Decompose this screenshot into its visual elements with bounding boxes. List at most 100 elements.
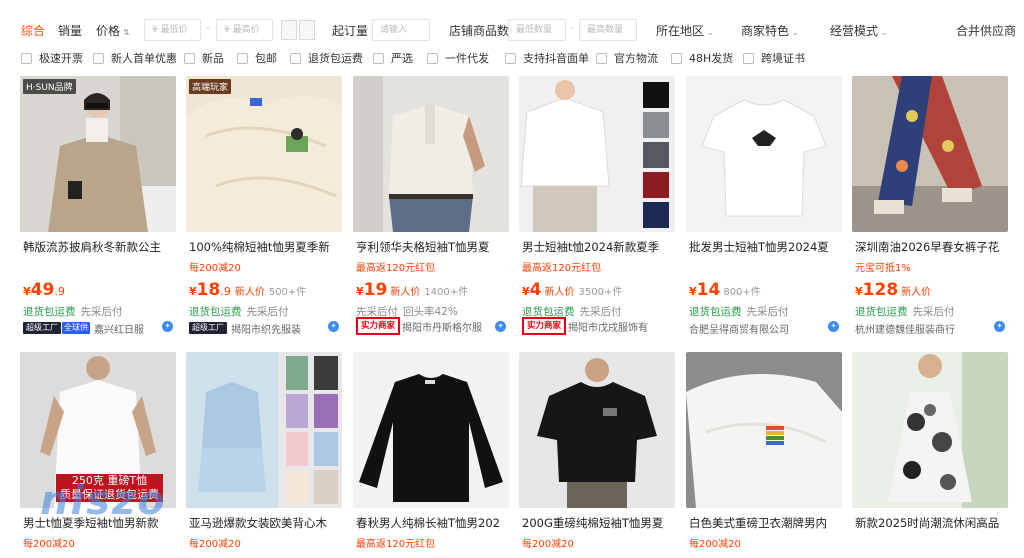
sort-sales[interactable]: 销量 [58,22,82,39]
merchant-feature-dropdown[interactable]: 商家特色 ⌄ [741,22,799,39]
checkbox-selected[interactable]: 严选 [373,50,413,66]
product-image[interactable] [186,352,342,508]
count-min-input[interactable]: 最低数量 [508,19,566,41]
price-min-input[interactable]: ¥ 最低价 [144,19,201,41]
business-mode-dropdown[interactable]: 经营模式 ⌄ [830,22,888,39]
chat-icon[interactable]: ✦ [162,321,173,332]
currency-symbol: ¥ [855,285,863,298]
product-card[interactable]: 250克 重磅T恤 质量保证退货包运费 男士t恤夏季短袖t恤男新款 每200减2… [20,352,176,558]
product-title[interactable]: 批发男士短袖T恤男2024夏 [689,239,841,255]
count-max-input[interactable]: 最高数量 [579,19,637,41]
shop-line: 杭州建德魏佳服装商行 [855,321,1007,336]
product-title[interactable]: 新款2025时尚潮流休闲高品 [855,515,1007,531]
product-card[interactable]: H·SUN品牌 韩版流苏披肩秋冬新款公主 ¥49.9 退货包运费 先采后付 超级工… [20,76,176,338]
checkbox-label: 极速开票 [39,52,83,65]
product-card[interactable]: 亨利领华夫格短袖T恤男夏 最高返120元红包 ¥19 新人价 1400+件 先采后付… [353,76,509,338]
product-title[interactable]: 深圳南油2026早春女裤子花 [855,239,1007,255]
new-user-price-tag: 新人价 [390,287,421,298]
product-card[interactable]: 新款2025时尚潮流休闲高品 [852,352,1008,558]
currency-symbol: ¥ [189,285,197,298]
checkbox-official-logistics[interactable]: 官方物流 [596,50,658,66]
checkbox-icon[interactable] [184,52,195,64]
new-user-price-tag: 新人价 [234,287,265,298]
chat-icon[interactable]: ✦ [328,321,339,332]
product-card[interactable]: 亚马逊爆款女装欧美背心木 每200减20 [186,352,342,558]
product-card[interactable]: 白色美式重磅卫衣潮牌男内 每200减20 [686,352,842,558]
product-image[interactable] [353,352,509,508]
product-title[interactable]: 男士短袖t恤2024新款夏季 [522,239,674,255]
checkbox-icon[interactable] [373,52,384,64]
list-view-icon[interactable] [299,20,315,40]
shop-name[interactable]: 杭州建德魏佳服装商行 [855,321,1007,336]
checkbox-icon[interactable] [427,52,438,64]
checkbox-free-shipping[interactable]: 包邮 [237,50,277,66]
shop-name[interactable]: 揭阳市织先服装 [231,321,341,336]
checkbox-return-shipping[interactable]: 退货包运费 [290,50,363,66]
product-title[interactable]: 亨利领华夫格短袖T恤男夏 [356,239,508,255]
product-image[interactable]: 高端玩家 [186,76,342,232]
product-image[interactable] [353,76,509,232]
checkbox-dropship[interactable]: 一件代发 [427,50,489,66]
checkbox-icon[interactable] [21,52,32,64]
product-image[interactable] [519,76,675,232]
checkbox-icon[interactable] [671,52,682,64]
product-title[interactable]: 春秋男人纯棉长袖T恤男202 [356,515,508,531]
checkbox-new-products[interactable]: 新品 [184,50,224,66]
product-image[interactable] [686,76,842,232]
checkbox-icon[interactable] [93,52,104,64]
service-tag: 退货包运费 [855,306,908,318]
merge-suppliers[interactable]: 合并供应商 [956,22,1016,39]
chat-icon[interactable]: ✦ [994,321,1005,332]
product-title[interactable]: 亚马逊爆款女装欧美背心木 [189,515,341,531]
checkbox-icon[interactable] [505,52,516,64]
product-title[interactable]: 100%纯棉短袖t恤男夏季新 [189,239,341,255]
sort-comprehensive[interactable]: 综合 [21,22,45,39]
product-image[interactable] [519,352,675,508]
product-card[interactable]: 春秋男人纯棉长袖T恤男202 最高返120元红包 [353,352,509,558]
chat-icon[interactable]: ✦ [495,321,506,332]
product-image[interactable] [852,76,1008,232]
checkbox-icon[interactable] [290,52,301,64]
checkbox-douyin-waybill[interactable]: 支持抖音面单 [505,50,589,66]
price-max-input[interactable]: ¥ 最高价 [216,19,273,41]
product-photo [852,352,1008,508]
product-card[interactable]: 200G重磅纯棉短袖T恤男夏 每200减20 [519,352,675,558]
grid-view-icon[interactable] [281,20,297,40]
product-image[interactable]: H·SUN品牌 [20,76,176,232]
checkbox-icon[interactable] [596,52,607,64]
chat-icon[interactable]: ✦ [828,321,839,332]
product-card[interactable]: 男士短袖t恤2024新款夏季 最高返120元红包 ¥4 新人价 3500+件 退货包… [519,76,675,338]
price-line: ¥19 新人价 1400+件 [356,280,468,300]
product-title[interactable]: 韩版流苏披肩秋冬新款公主 [23,239,175,255]
filter-bar: 综合 销量 价格 ⇅ ¥ 最低价 - ¥ 最高价 起订量 请输入 店铺商品数 最低… [0,16,1024,44]
shop-name[interactable]: 揭阳市戊戌服饰有 [568,319,674,334]
shop-name[interactable]: 合肥呈得商贸有限公司 [689,321,841,336]
promo-text: 每200减20 [23,539,75,550]
price-decimal: .9 [220,285,231,298]
price: 4 [529,280,542,300]
product-card[interactable]: 高端玩家 100%纯棉短袖t恤男夏季新 每200减20 ¥18.9 新人价 500+… [186,76,342,338]
product-title[interactable]: 白色美式重磅卫衣潮牌男内 [689,515,841,531]
sort-price[interactable]: 价格 ⇅ [96,22,130,39]
watermark: niszo [40,478,167,524]
checkbox-icon[interactable] [743,52,754,64]
checkbox-48h-shipping[interactable]: 48H发货 [671,50,733,66]
checkbox-fast-invoice[interactable]: 极速开票 [21,50,83,66]
checkbox-icon[interactable] [237,52,248,64]
product-photo [519,352,675,508]
product-card[interactable]: 批发男士短袖T恤男2024夏 ¥14 800+件 退货包运费 先采后付 合肥呈得商贸… [686,76,842,338]
layout-toggle[interactable] [281,20,315,40]
moq-input[interactable]: 请输入 [372,19,430,41]
product-image[interactable] [852,352,1008,508]
product-photo [20,76,176,232]
shop-name[interactable]: 揭阳市丹斯格尔服 [402,319,508,334]
product-card[interactable]: 深圳南油2026早春女裤子花 元宝可抵1% ¥128 新人价 退货包运费 先采后付 … [852,76,1008,338]
service-line: 退货包运费 先采后付 [689,304,789,319]
product-title[interactable]: 200G重磅纯棉短袖T恤男夏 [522,515,674,531]
service-tag: 退货包运费 [189,306,242,318]
product-image[interactable] [686,352,842,508]
range-separator-2: - [570,23,574,34]
region-dropdown[interactable]: 所在地区 ⌄ [656,22,714,39]
checkbox-crossborder-cert[interactable]: 跨境证书 [743,50,805,66]
checkbox-new-user-discount[interactable]: 新人首单优惠 [93,50,177,66]
